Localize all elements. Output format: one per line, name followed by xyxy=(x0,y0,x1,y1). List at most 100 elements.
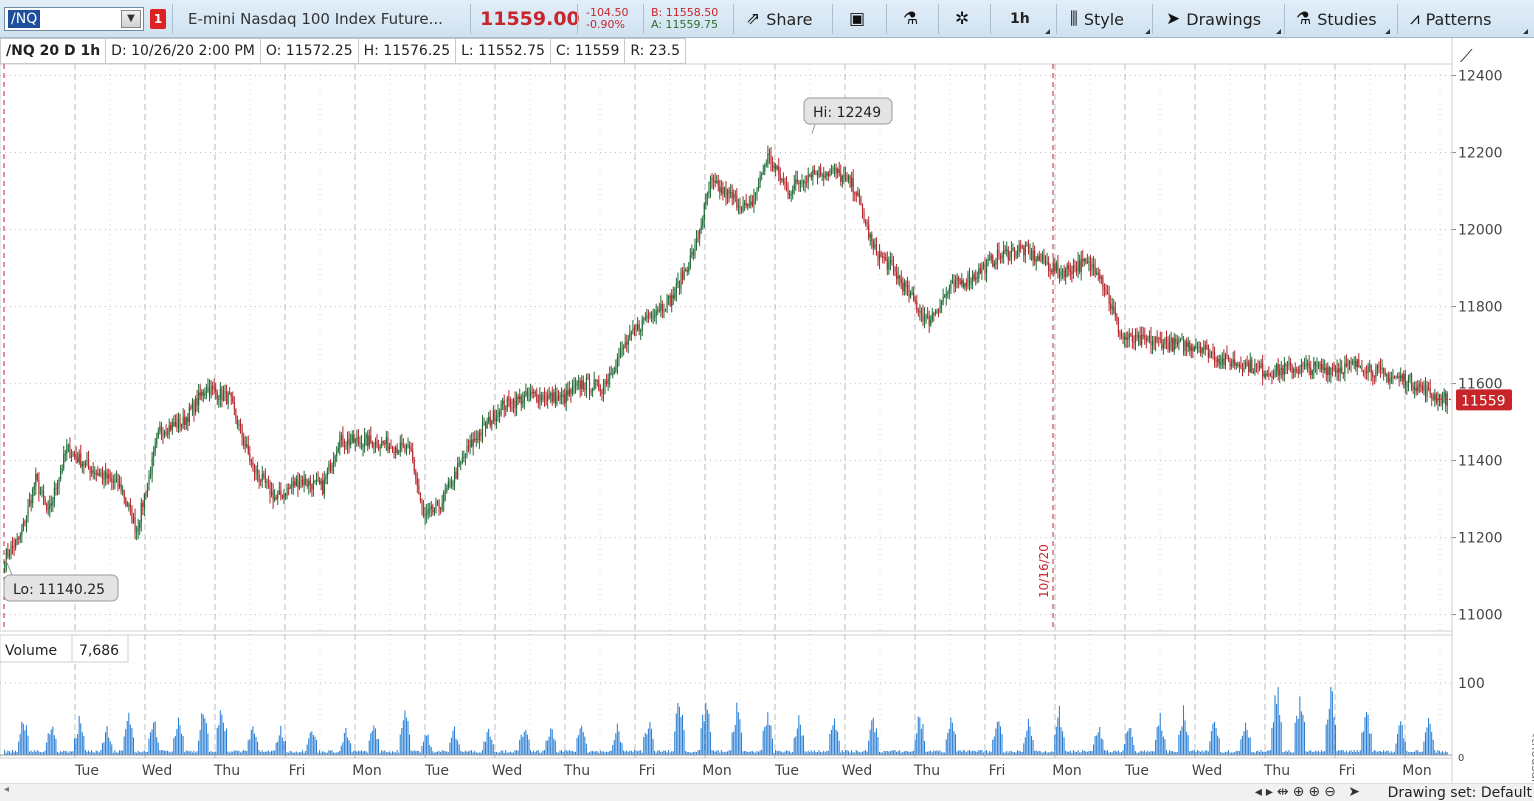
symbol-dropdown-button[interactable]: ▼ xyxy=(121,10,141,28)
bar-range: R: 23.5 xyxy=(624,38,687,64)
candle-body xyxy=(1302,364,1304,367)
volume-bar xyxy=(855,750,857,755)
candle-body xyxy=(1220,362,1222,365)
candle-body xyxy=(370,435,372,442)
volume-bar xyxy=(744,750,746,755)
volume-bar xyxy=(340,745,342,755)
candle-body xyxy=(658,310,660,312)
volume-bar xyxy=(582,732,584,755)
volume-bar xyxy=(171,751,173,755)
volume-bar xyxy=(1165,750,1167,755)
candle-body xyxy=(961,280,963,285)
candle-body xyxy=(44,498,46,504)
candle-body xyxy=(154,444,156,452)
candle-body xyxy=(916,301,918,310)
volume-bar xyxy=(1243,731,1245,755)
candle-body xyxy=(1389,378,1391,383)
candle-body xyxy=(854,192,856,194)
candle-body xyxy=(404,446,406,452)
symbol-input[interactable]: /NQ ▼ xyxy=(4,7,144,31)
scroll-left-icon[interactable]: ◂ xyxy=(4,784,9,795)
volume-bar xyxy=(429,744,431,755)
candle-body xyxy=(334,456,336,462)
volume-bar xyxy=(289,750,291,755)
volume-bar xyxy=(778,750,780,755)
volume-bar xyxy=(1437,749,1439,755)
timeframe-button[interactable]: 1h xyxy=(1010,0,1050,38)
link-group-badge[interactable]: 1 xyxy=(150,9,166,29)
candle-body xyxy=(1023,247,1025,256)
candle-body xyxy=(784,182,786,184)
drawing-set-label[interactable]: Drawing set: Default xyxy=(1388,785,1532,801)
volume-bar xyxy=(309,732,311,755)
candle-body xyxy=(815,172,817,174)
candle-body xyxy=(529,391,532,396)
style-button[interactable]: ⫼ Style xyxy=(1070,0,1150,38)
candle-body xyxy=(212,386,214,388)
volume-bar xyxy=(365,751,367,755)
candle-body xyxy=(35,473,37,487)
candle-body xyxy=(156,437,158,445)
studies-button[interactable]: ⚗ Studies xyxy=(1296,0,1390,38)
volume-bar xyxy=(153,722,155,755)
volume-bar xyxy=(1061,731,1064,755)
candle-body xyxy=(139,522,141,529)
volume-bar xyxy=(377,739,380,755)
volume-bar xyxy=(863,750,865,755)
candle-body xyxy=(1204,345,1206,350)
volume-bar xyxy=(1274,695,1276,755)
volume-bar xyxy=(402,720,404,755)
candle-body xyxy=(737,205,739,208)
volume-bar xyxy=(571,750,573,755)
candle-body xyxy=(1094,267,1096,275)
chart-navigation-icons[interactable]: ◂▸⇹⊕⊕⊖ ➤ xyxy=(1255,784,1364,800)
volume-bar xyxy=(1249,737,1251,755)
volume-bar xyxy=(554,740,556,755)
volume-bar xyxy=(694,751,696,755)
volume-bar xyxy=(522,736,524,755)
candle-body xyxy=(1297,371,1299,374)
candle-body xyxy=(1195,346,1197,348)
volume-bar xyxy=(677,703,679,755)
candle-body xyxy=(440,508,442,510)
candle-body xyxy=(283,493,285,499)
volume-bar xyxy=(798,715,800,755)
candle-body xyxy=(122,490,124,492)
candle-body xyxy=(165,431,167,434)
price-chart[interactable]: 1240012200120001180011600114001120011000… xyxy=(0,38,1534,783)
settings-button[interactable]: ✲ xyxy=(955,0,969,38)
patterns-button[interactable]: ⩘ Patterns xyxy=(1410,0,1528,38)
candle-body xyxy=(1105,290,1107,294)
candle-body xyxy=(246,444,248,447)
volume-bar xyxy=(291,751,293,755)
candle-body xyxy=(503,400,505,411)
candle-body xyxy=(1186,341,1188,347)
volume-bar xyxy=(810,750,812,755)
candle-body xyxy=(264,475,266,483)
time-axis-label: Mon xyxy=(1402,763,1432,779)
share-button[interactable]: ⇗ Share xyxy=(746,0,812,38)
candle-body xyxy=(1229,360,1231,367)
time-axis-label: Thu xyxy=(213,763,240,779)
candle-body xyxy=(374,440,377,447)
candle-body xyxy=(706,193,708,198)
drawings-button[interactable]: ➤ Drawings xyxy=(1166,0,1281,38)
volume-bar xyxy=(118,750,121,755)
candle-body xyxy=(650,313,653,318)
volume-bar xyxy=(1055,726,1057,755)
volume-bar xyxy=(272,750,274,755)
message-center-button[interactable]: ▣ xyxy=(849,0,865,38)
candle-body xyxy=(1289,362,1292,366)
volume-bar xyxy=(866,751,868,755)
lab-button[interactable]: ⚗ xyxy=(903,0,918,38)
candle-body xyxy=(1142,334,1144,336)
volume-bar xyxy=(699,750,701,755)
candle-body xyxy=(829,170,831,176)
candle-body xyxy=(509,401,511,408)
volume-bar xyxy=(995,728,997,755)
candle-body xyxy=(261,473,263,482)
volume-bar xyxy=(537,750,539,755)
volume-bar xyxy=(1342,750,1344,755)
candle-body xyxy=(1376,365,1379,369)
volume-bar xyxy=(750,751,752,755)
